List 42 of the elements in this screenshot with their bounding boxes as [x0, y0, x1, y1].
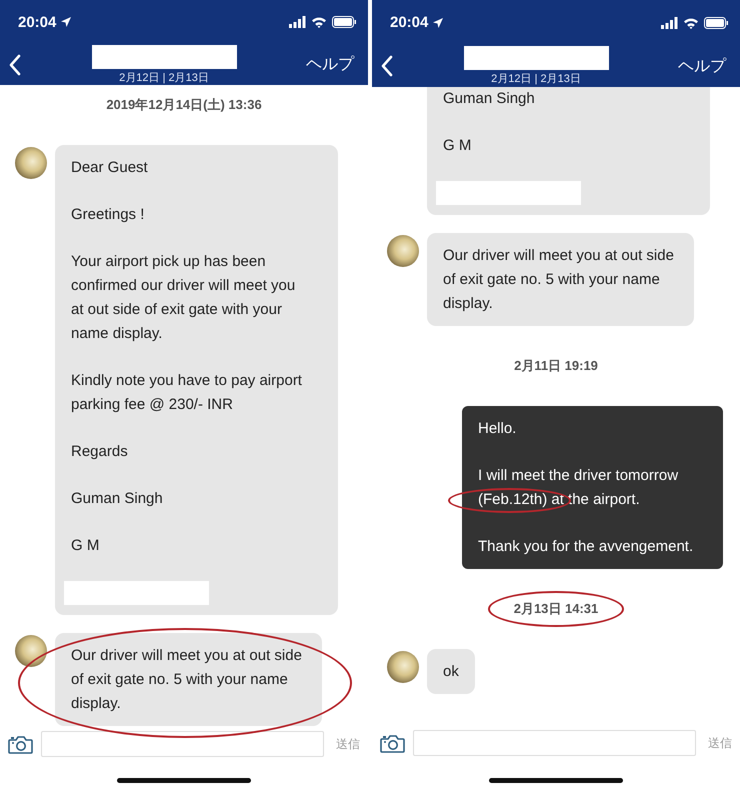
header-dates: 2月12日 | 2月13日: [491, 72, 581, 86]
header-dates: 2月12日 | 2月13日: [119, 70, 209, 85]
message-text: Our driver will meet you at out side of exit gate no. 5 with your name display.: [443, 246, 675, 314]
message-timestamp: 2月11日 19:19: [514, 357, 598, 375]
location-arrow-icon: [60, 16, 72, 28]
back-button[interactable]: [380, 55, 394, 77]
message-timestamp: 2019年12月14日(土) 13:36: [106, 96, 262, 114]
message-text: Kindly note you have to pay airport parking fee @ 230/- INR: [71, 371, 303, 416]
message-text: Guman Singh: [443, 89, 536, 109]
battery-icon: [704, 16, 728, 28]
message-timestamp: 2月13日 14:31: [514, 599, 598, 619]
help-button[interactable]: ヘルプ: [678, 56, 726, 76]
avatar: [387, 651, 419, 683]
signal-icon: [289, 16, 306, 28]
message-text: Your airport pick up has been confirmed our driver will meet you at out side of exit gate with your name display.: [71, 252, 296, 344]
message-text: Regards: [71, 442, 129, 462]
message-text: Greetings !: [71, 205, 146, 226]
message-input[interactable]: [41, 731, 324, 758]
message-text: Guman Singh: [71, 489, 164, 510]
message-text: Our driver will meet you at out side of exit gate no. 5 with your name display.: [71, 646, 303, 714]
camera-icon[interactable]: [380, 733, 405, 753]
signal-icon: [661, 16, 678, 28]
location-arrow-icon: [432, 16, 444, 28]
battery-icon: [332, 16, 356, 28]
message-text: ok: [443, 662, 459, 682]
camera-icon[interactable]: [8, 734, 33, 754]
help-button[interactable]: ヘルプ: [306, 54, 354, 76]
clock-time: 20:04: [390, 14, 428, 31]
avatar: [15, 635, 47, 668]
avatar: [15, 147, 47, 180]
message-text: G M: [443, 136, 472, 156]
avatar: [387, 235, 419, 267]
message-text: Thank you for the avvengement.: [478, 537, 694, 557]
wifi-icon: [683, 16, 699, 28]
message-input[interactable]: [413, 730, 696, 756]
wifi-icon: [311, 16, 327, 28]
clock-time: 20:04: [18, 14, 56, 31]
back-button[interactable]: [8, 54, 22, 76]
message-text: G M: [71, 536, 100, 556]
message-text: Hello.: [478, 419, 518, 439]
home-indicator[interactable]: [117, 778, 251, 784]
message-text: Dear Guest: [71, 158, 149, 178]
